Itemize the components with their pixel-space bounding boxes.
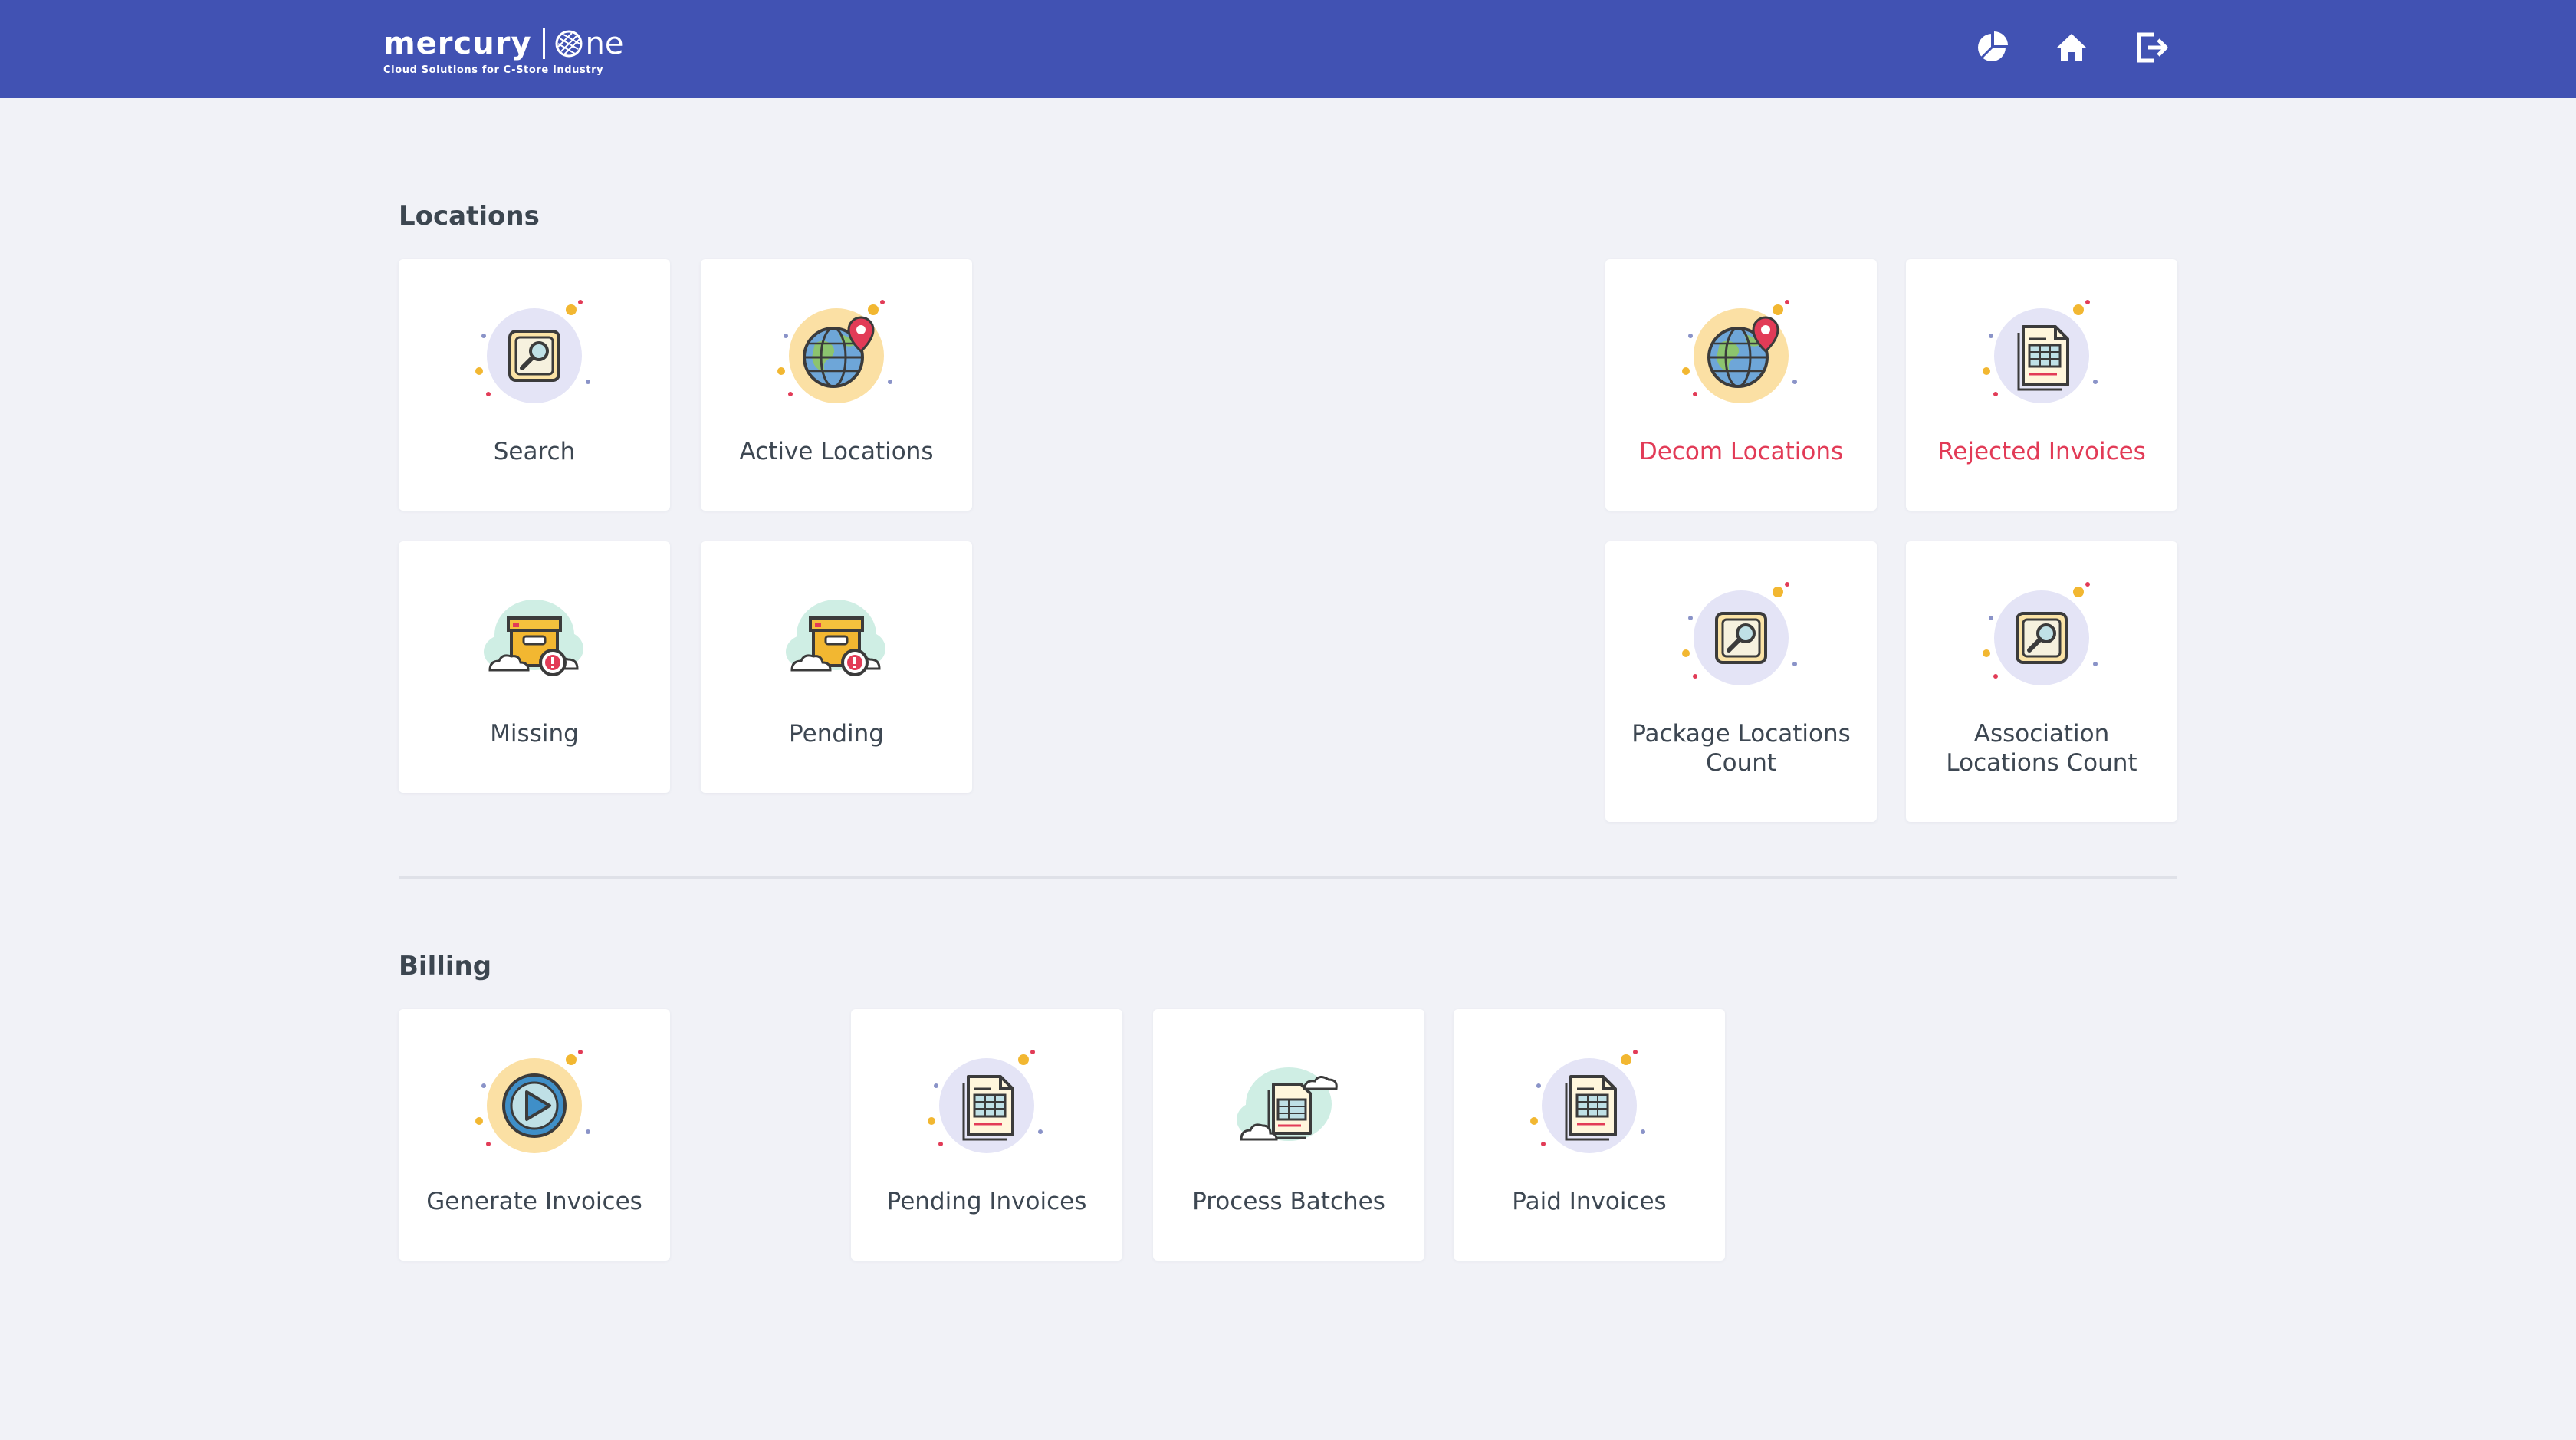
tile-label: Package Locations Count bbox=[1613, 719, 1869, 778]
logo-separator bbox=[542, 28, 545, 59]
box-alert-icon bbox=[473, 578, 596, 693]
top-navigation-bar: mercury ne Cloud Solutions for C-Store I… bbox=[0, 0, 2576, 98]
invoice-document-icon bbox=[1980, 296, 2103, 411]
tile-package-locations-count[interactable]: Package Locations Count bbox=[1605, 541, 1877, 822]
tile-label-line: Package Locations bbox=[1631, 720, 1851, 748]
billing-section-title: Billing bbox=[399, 951, 492, 981]
tile-label: Active Locations bbox=[739, 438, 934, 465]
tile-label: Process Batches bbox=[1192, 1188, 1385, 1215]
tile-label-line: Association bbox=[1973, 720, 2110, 748]
tile-label-line: Locations Count bbox=[1946, 749, 2137, 777]
tile-label: Generate Invoices bbox=[426, 1188, 642, 1215]
tile-search[interactable]: Search bbox=[399, 259, 670, 511]
tile-label-line: Count bbox=[1705, 749, 1777, 777]
tile-missing[interactable]: Missing bbox=[399, 541, 670, 793]
search-icon bbox=[473, 296, 596, 411]
search-icon bbox=[1980, 578, 2103, 693]
tile-label: Search bbox=[493, 438, 576, 465]
tile-decom-locations[interactable]: Decom Locations bbox=[1605, 259, 1877, 511]
tile-label: Pending bbox=[789, 720, 884, 748]
tile-label: Paid Invoices bbox=[1512, 1188, 1667, 1215]
tile-generate-invoices[interactable]: Generate Invoices bbox=[399, 1009, 670, 1261]
section-divider bbox=[399, 876, 2177, 879]
logout-icon[interactable] bbox=[2133, 29, 2170, 66]
mercury-one-logo[interactable]: mercury ne Cloud Solutions for C-Store I… bbox=[383, 25, 624, 76]
globe-pin-icon bbox=[1680, 296, 1802, 411]
logo-one-text: ne bbox=[585, 26, 624, 61]
box-alert-icon bbox=[775, 578, 898, 693]
tile-label: Decom Locations bbox=[1638, 438, 1844, 465]
tile-process-batches[interactable]: Process Batches bbox=[1153, 1009, 1424, 1261]
tile-pending[interactable]: Pending bbox=[701, 541, 972, 793]
logo-tagline: Cloud Solutions for C-Store Industry bbox=[383, 64, 604, 76]
invoice-document-icon bbox=[925, 1046, 1048, 1161]
search-icon bbox=[1680, 578, 1802, 693]
tile-label: Association Locations Count bbox=[1914, 719, 2170, 778]
tile-label: Missing bbox=[490, 720, 579, 748]
tile-pending-invoices[interactable]: Pending Invoices bbox=[851, 1009, 1122, 1261]
tile-paid-invoices[interactable]: Paid Invoices bbox=[1454, 1009, 1725, 1261]
tile-active-locations[interactable]: Active Locations bbox=[701, 259, 972, 511]
play-icon bbox=[473, 1046, 596, 1161]
dashboard-pie-icon[interactable] bbox=[1973, 29, 2010, 66]
tile-rejected-invoices[interactable]: Rejected Invoices bbox=[1906, 259, 2177, 511]
logo-one: ne bbox=[554, 25, 624, 63]
home-icon[interactable] bbox=[2053, 29, 2090, 66]
tile-label: Pending Invoices bbox=[886, 1188, 1087, 1215]
globe-pin-icon bbox=[775, 296, 898, 411]
tile-label: Rejected Invoices bbox=[1937, 438, 2146, 465]
logo-main: mercury ne bbox=[383, 25, 624, 63]
logo-word: mercury bbox=[383, 26, 532, 61]
globe-icon bbox=[555, 30, 583, 58]
locations-section-title: Locations bbox=[399, 201, 540, 232]
invoice-document-icon bbox=[1528, 1046, 1651, 1161]
tile-association-locations-count[interactable]: Association Locations Count bbox=[1906, 541, 2177, 822]
batch-document-cloud-icon bbox=[1227, 1046, 1350, 1161]
